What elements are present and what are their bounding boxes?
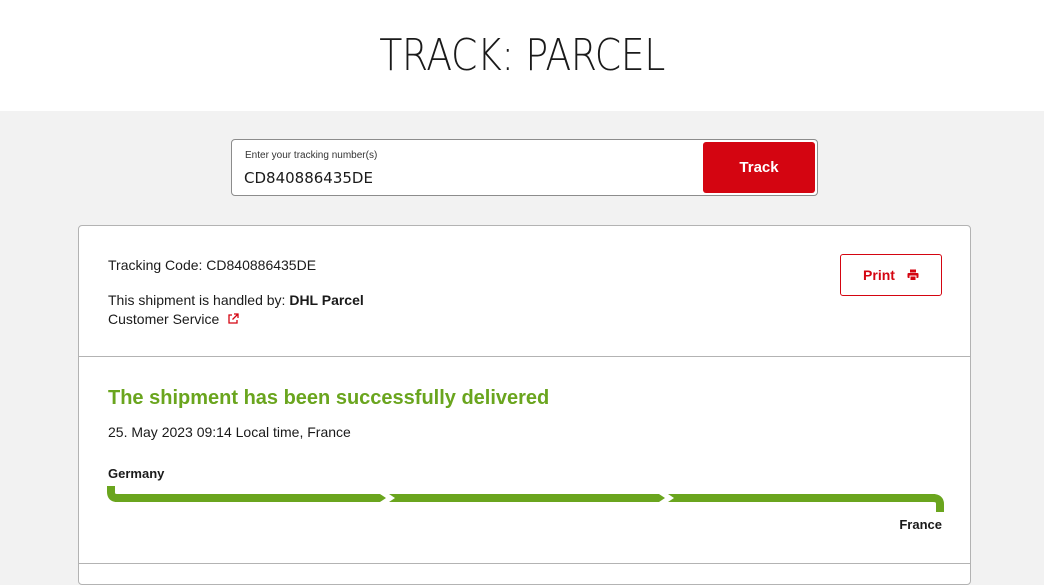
customer-service-label: Customer Service [108, 311, 220, 327]
tracking-search-box: Enter your tracking number(s) Track [231, 139, 818, 196]
delivery-status-title: The shipment has been successfully deliv… [108, 387, 550, 409]
track-button[interactable]: Track [703, 142, 815, 193]
destination-country: France [899, 517, 942, 532]
tracking-number-label: Enter your tracking number(s) [245, 150, 378, 161]
page-header: TRACK: PARCEL [0, 0, 1044, 111]
progress-segment-1 [115, 494, 386, 502]
external-link-icon [228, 313, 239, 324]
origin-country: Germany [108, 466, 165, 481]
shipment-progress-bar [107, 486, 944, 512]
tracking-number-input[interactable] [244, 167, 694, 189]
print-label: Print [863, 267, 895, 283]
section-divider [79, 563, 970, 564]
page-title: TRACK: PARCEL [379, 30, 665, 81]
shipment-summary: Tracking Code: CD840886435DE This shipme… [79, 226, 970, 357]
shipment-card: Tracking Code: CD840886435DE This shipme… [78, 225, 971, 585]
print-button[interactable]: Print [840, 254, 942, 296]
customer-service-link[interactable]: Customer Service [108, 311, 239, 327]
delivery-status-date: 25. May 2023 09:14 Local time, France [108, 424, 351, 440]
progress-end-cap [932, 494, 944, 512]
progress-segment-2 [389, 494, 665, 502]
tracking-code: Tracking Code: CD840886435DE [108, 257, 317, 273]
progress-segment-3 [668, 494, 935, 502]
carrier-name: DHL Parcel [289, 292, 364, 308]
handled-by: This shipment is handled by: DHL Parcel [108, 292, 364, 308]
handled-by-prefix: This shipment is handled by: [108, 292, 290, 308]
printer-icon [907, 269, 919, 281]
